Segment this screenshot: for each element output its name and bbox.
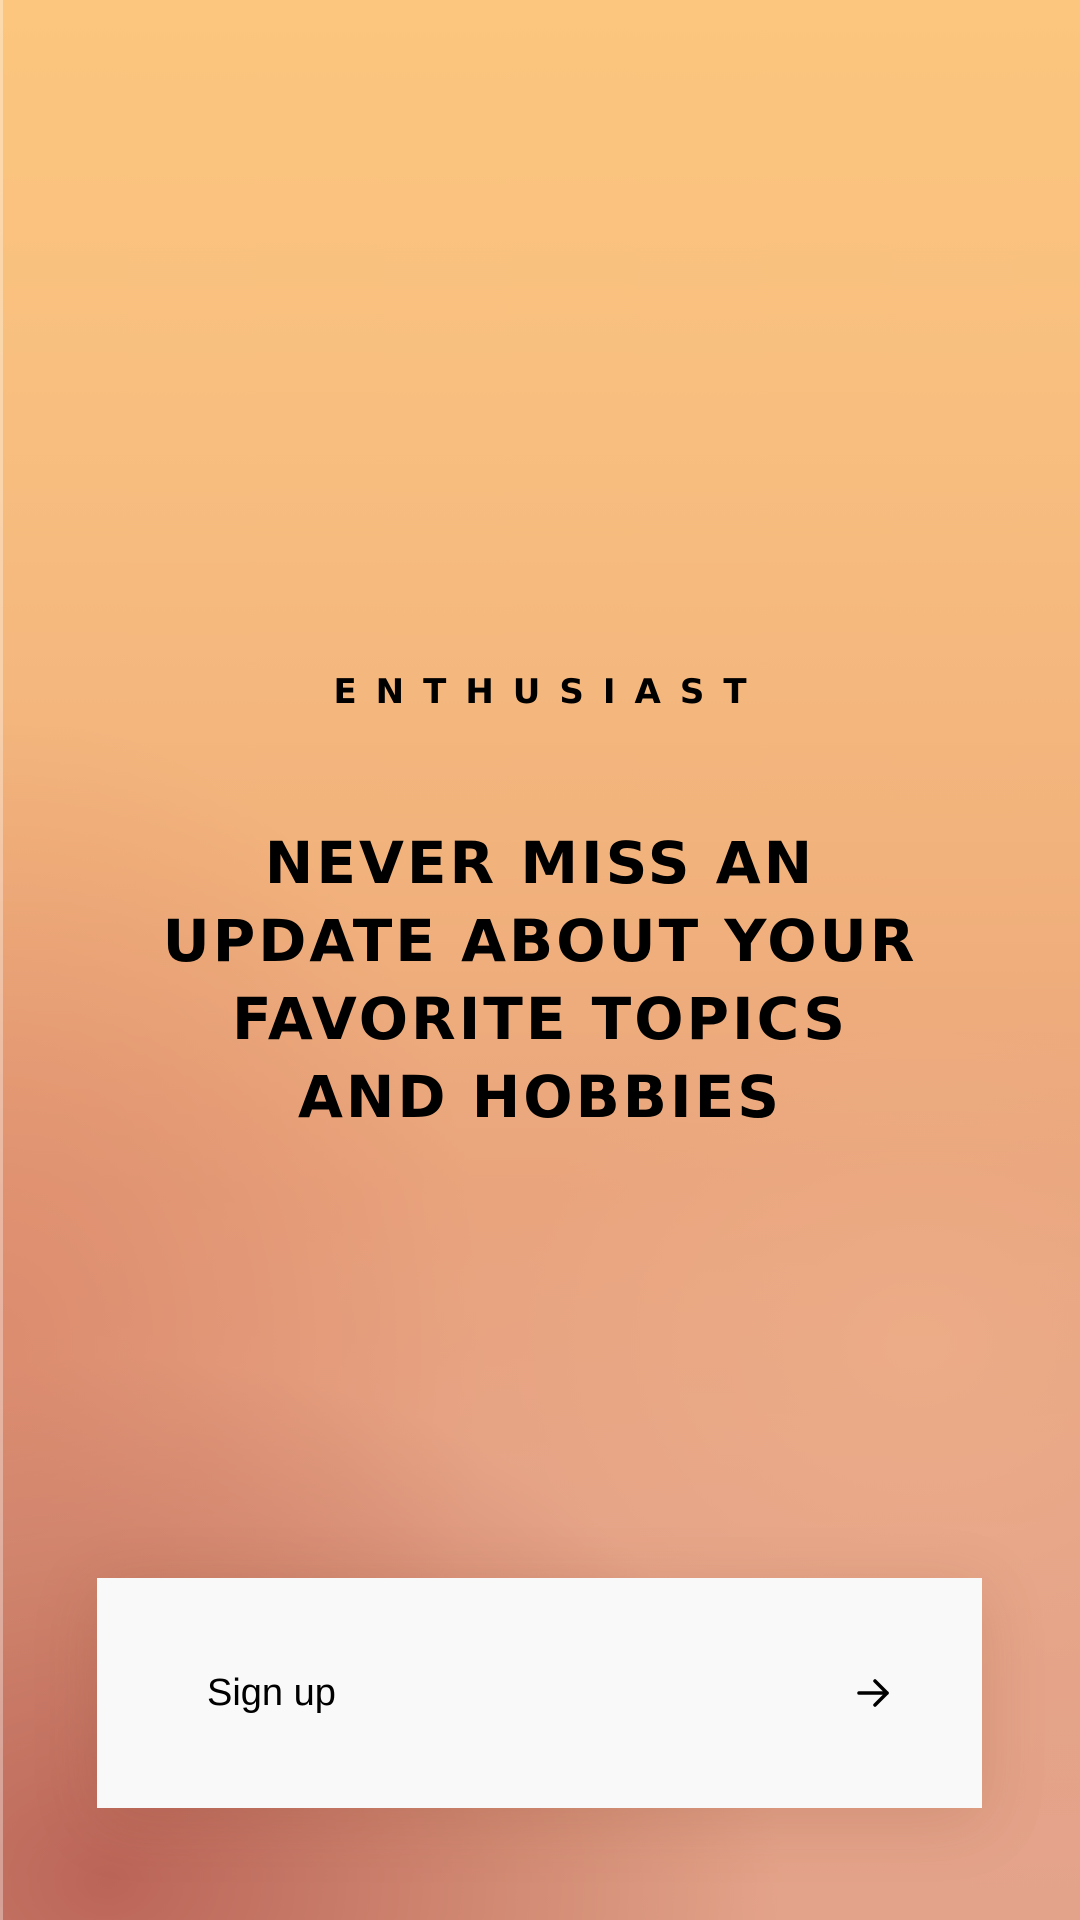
arrow-right-icon [856,1677,892,1709]
hero-headline: Never miss an update about your favorite… [162,829,918,1131]
sign-up-label: Sign up [207,1671,336,1714]
sign-up-button[interactable]: Sign up [97,1578,982,1808]
brand-wordmark: ENTHUSIAST [333,672,766,712]
left-edge-divider [0,0,3,1920]
onboarding-screen: ENTHUSIAST Never miss an update about yo… [0,0,1080,1920]
